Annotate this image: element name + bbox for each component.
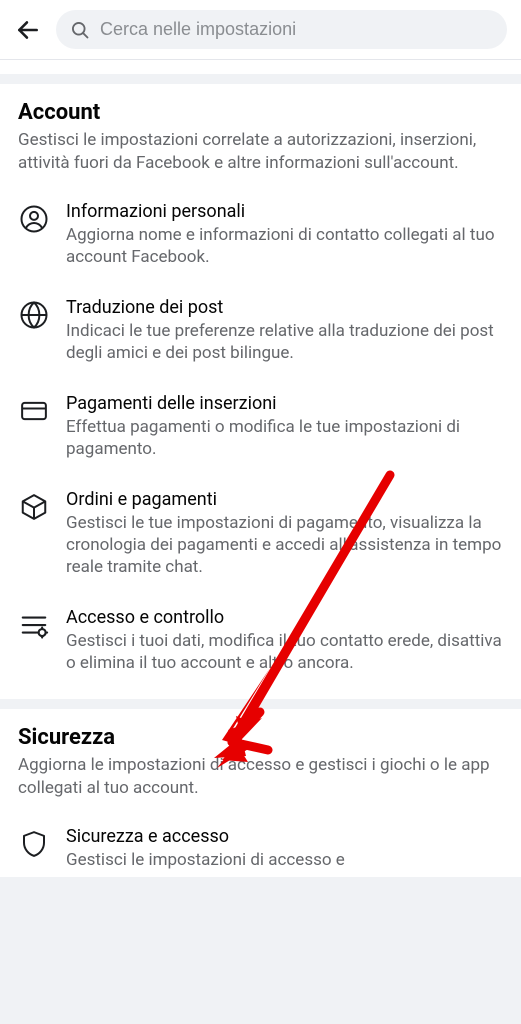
item-title: Traduzione dei post <box>66 297 503 318</box>
item-desc: Gestisci le impostazioni di accesso e <box>66 849 503 871</box>
section-title-security: Sicurezza <box>18 725 503 750</box>
credit-card-icon <box>18 395 50 427</box>
arrow-left-icon <box>15 17 41 43</box>
search-input[interactable] <box>100 19 493 40</box>
item-orders-payments[interactable]: Ordini e pagamenti Gestisci le tue impos… <box>18 479 503 597</box>
search-icon <box>70 20 90 40</box>
back-button[interactable] <box>14 16 42 44</box>
section-desc-account: Gestisci le impostazioni correlate a aut… <box>18 129 503 175</box>
item-post-translation[interactable]: Traduzione dei post Indicaci le tue pref… <box>18 287 503 383</box>
item-title: Ordini e pagamenti <box>66 489 503 510</box>
item-desc: Gestisci le tue impostazioni di pagament… <box>66 512 503 579</box>
item-personal-info[interactable]: Informazioni personali Aggiorna nome e i… <box>18 191 503 287</box>
shield-icon <box>18 828 50 860</box>
section-desc-security: Aggiorna le impostazioni di accesso e ge… <box>18 754 503 800</box>
item-title: Pagamenti delle inserzioni <box>66 393 503 414</box>
section-security: Sicurezza Aggiorna le impostazioni di ac… <box>0 709 521 877</box>
user-circle-icon <box>18 203 50 235</box>
item-title: Informazioni personali <box>66 201 503 222</box>
item-ad-payments[interactable]: Pagamenti delle inserzioni Effettua paga… <box>18 383 503 479</box>
item-access-control[interactable]: Accesso e controllo Gestisci i tuoi dati… <box>18 597 503 693</box>
section-title-account: Account <box>18 100 503 125</box>
item-desc: Effettua pagamenti o modifica le tue imp… <box>66 416 503 461</box>
box-icon <box>18 491 50 523</box>
item-security-access[interactable]: Sicurezza e accesso Gestisci le impostaz… <box>18 816 503 871</box>
globe-icon <box>18 299 50 331</box>
item-desc: Indicaci le tue preferenze relative alla… <box>66 320 503 365</box>
sliders-gear-icon <box>18 609 50 641</box>
search-bar[interactable] <box>56 10 507 49</box>
item-title: Accesso e controllo <box>66 607 503 628</box>
item-desc: Aggiorna nome e informazioni di contatto… <box>66 224 503 269</box>
item-desc: Gestisci i tuoi dati, modifica il tuo co… <box>66 630 503 675</box>
item-title: Sicurezza e accesso <box>66 826 503 847</box>
section-account: Account Gestisci le impostazioni correla… <box>0 84 521 699</box>
